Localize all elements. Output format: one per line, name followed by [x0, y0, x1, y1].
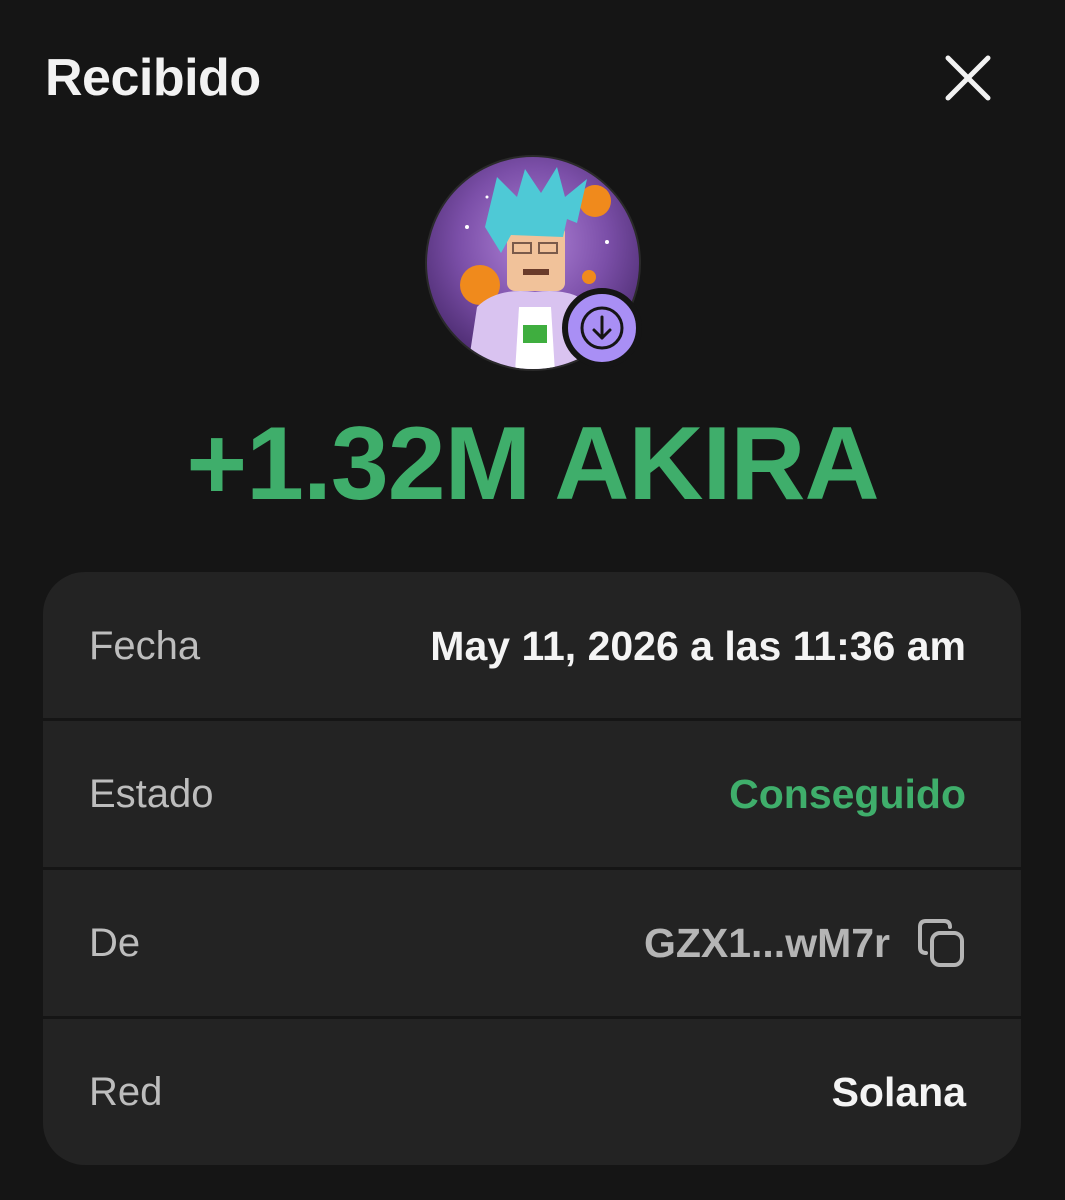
red-value: Solana: [831, 1068, 966, 1115]
fecha-label: Fecha: [89, 623, 201, 668]
received-badge: [562, 288, 642, 368]
close-icon[interactable]: [938, 50, 998, 110]
details-card: Fecha May 11, 2026 a las 11:36 am Estado…: [43, 572, 1021, 1165]
fecha-value: May 11, 2026 a las 11:36 am: [430, 622, 966, 669]
close-button[interactable]: [938, 50, 998, 110]
estado-label: Estado: [89, 771, 214, 816]
de-label: De: [89, 920, 141, 965]
de-value: GZX1...wM7r: [643, 919, 890, 966]
header-title: Recibido: [45, 49, 261, 107]
transaction-amount: +1.32M AKIRA: [186, 406, 879, 522]
copy-icon[interactable]: [916, 917, 966, 969]
red-label: Red: [89, 1069, 163, 1114]
estado-value: Conseguido: [729, 770, 966, 817]
arrow-down-icon: [580, 306, 624, 350]
detail-row-estado: Estado Conseguido: [43, 720, 1021, 868]
de-address: GZX1...wM7r: [644, 917, 966, 969]
detail-row-fecha: Fecha May 11, 2026 a las 11:36 am: [43, 572, 1021, 720]
detail-row-red: Red Solana: [43, 1018, 1021, 1165]
detail-row-de: De GZX1...wM7r: [43, 869, 1021, 1017]
